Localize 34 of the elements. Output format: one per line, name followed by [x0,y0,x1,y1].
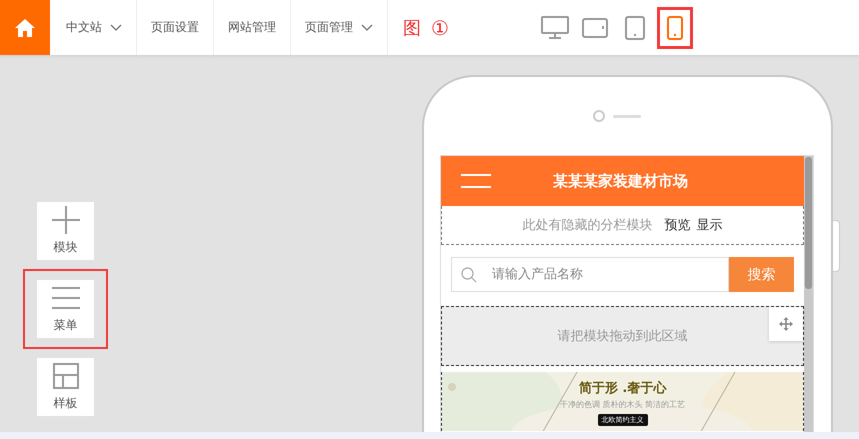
menu-icon[interactable] [461,173,491,189]
tool-button[interactable]: 菜单 [23,269,108,349]
tablet-icon [625,16,645,40]
move-icon [779,317,794,331]
device-button[interactable] [657,6,693,48]
banner-title: 简于形 .奢于心 [578,380,666,397]
scrollbar[interactable] [804,156,813,432]
nav-menu-item[interactable]: 网站管理 [214,0,291,55]
chevron-down-icon [361,24,373,32]
text-link[interactable]: 显示 [696,216,723,234]
search-field[interactable]: 请输入产品名称 [451,257,730,292]
banner-subtitle: 干净的色调 质朴的木头 简洁的工艺 [560,399,686,410]
hidden-module-notice: 此处有隐藏的分栏模块 [522,217,653,234]
home-button[interactable] [0,0,50,55]
plus-icon [52,206,80,234]
drop-zone-hint: 请把模块拖动到此区域 [558,328,688,345]
phone-icon [667,16,683,40]
nav-menu-item[interactable]: 页面设置 [137,0,214,55]
search-icon [461,267,477,283]
site-title: 某某某家装建材市场 [553,172,688,190]
annotation-label: 图 [403,16,421,40]
layout-icon [52,363,78,389]
camera-dot [593,110,605,122]
text-link[interactable]: 预览 [664,216,691,234]
speaker-slot [613,114,641,118]
desktop-icon [541,16,569,40]
annotation-number: ① [431,16,449,40]
nav-dropdown[interactable]: 中文站 [50,0,137,55]
nav-dropdown[interactable]: 页面管理 [291,0,388,55]
menu-icon [52,287,80,309]
move-button[interactable] [769,307,804,341]
home-icon [15,18,35,36]
tablet-icon [582,18,608,38]
chevron-down-icon [110,24,122,32]
